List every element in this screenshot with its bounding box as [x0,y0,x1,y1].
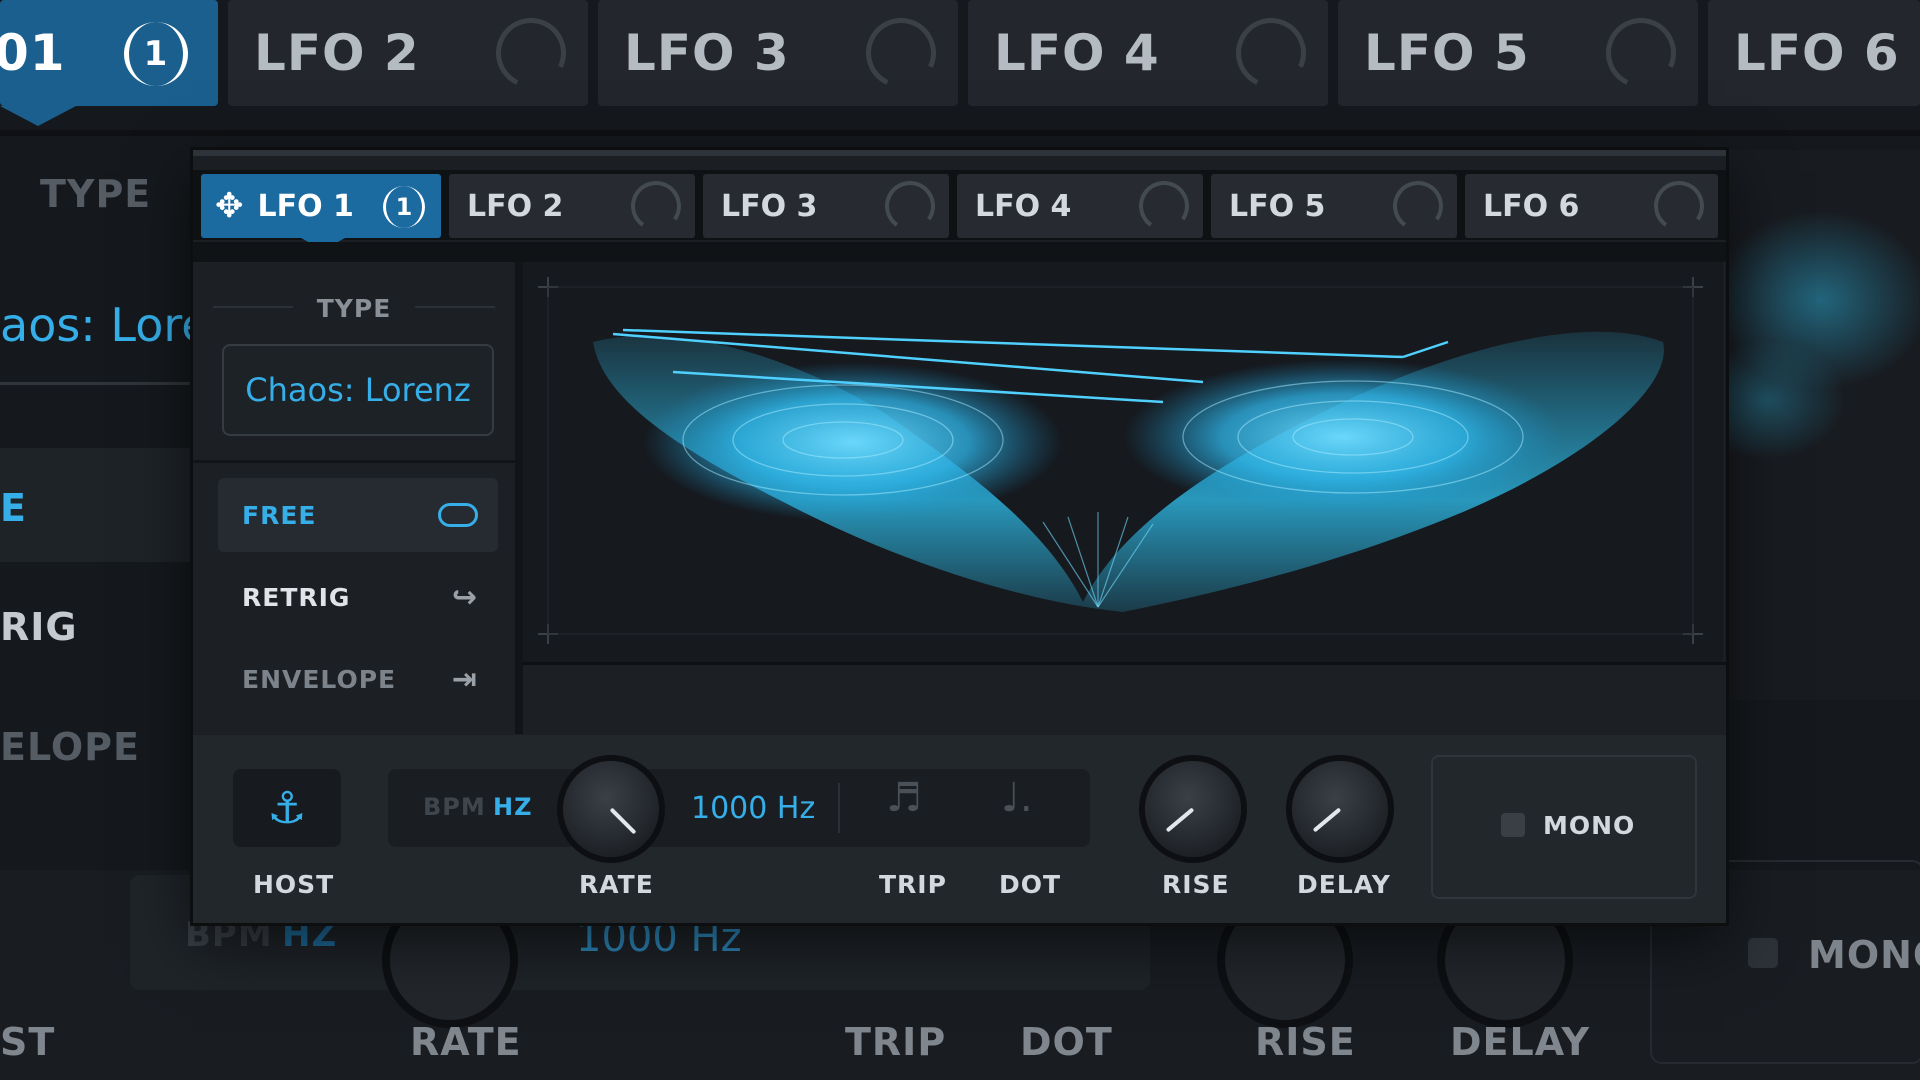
trip-label: TRIP [879,870,947,899]
visualizer-footer [523,662,1726,737]
lfo6-ring-icon [1650,177,1708,235]
bg-mode-retrig-label: RIG [0,605,78,649]
bg-tab-lfo1[interactable]: 01 1 [0,0,218,106]
tab-lfo4[interactable]: LFO 4 [957,174,1203,238]
rise-label: RISE [1162,870,1230,899]
mode-retrig[interactable]: RETRIG ↪ [218,560,498,634]
bg-tab-lfo6[interactable]: LFO 6 [1708,0,1920,106]
tab-lfo3[interactable]: LFO 3 [703,174,949,238]
bg-delay-label: DELAY [1450,1020,1591,1064]
bg-mode-free-label: E [0,486,27,530]
rate-knob[interactable] [563,761,659,857]
bg-mode-envelope-label: ELOPE [0,725,140,769]
lfo5-ring-icon [1389,177,1447,235]
bpm-toggle[interactable]: BPM [423,793,486,821]
bg-mono-label: MONO [1808,933,1920,977]
bg-host-label: ST [0,1020,56,1064]
loop-icon [438,503,478,527]
bg-type-label: TYPE [40,172,152,216]
anchor-icon: ⚓ [267,782,307,834]
bg-rise-label: RISE [1255,1020,1356,1064]
drag-move-icon[interactable]: ✥ [215,186,244,226]
host-label: HOST [253,870,335,899]
type-value: Chaos: Lorenz [245,371,471,409]
mode-envelope[interactable]: ENVELOPE ⇥ [218,642,498,716]
bg-dot-label: DOT [1020,1020,1113,1064]
hz-toggle[interactable]: HZ [493,793,533,821]
tab-separator [193,242,1726,262]
host-sync-button[interactable]: ⚓ [233,769,341,847]
lfo-visualizer [523,262,1723,662]
bg-attractor [1686,210,1920,460]
tab-lfo5[interactable]: LFO 5 [1211,174,1457,238]
sidebar-divider [193,460,515,463]
rate-value[interactable]: 1000 Hz [691,791,815,826]
delay-label: DELAY [1297,870,1391,899]
envelope-icon: ⇥ [451,661,478,697]
bg-tab-lfo3[interactable]: LFO 3 [598,0,958,106]
bg-tab-lfo2[interactable]: LFO 2 [228,0,588,106]
lfo-controls: ⚓ HOST BPM HZ 1000 Hz RATE ♬ TRIP ♩. DOT… [193,735,1726,923]
tab-lfo6[interactable]: LFO 6 [1465,174,1718,238]
mono-checkbox[interactable] [1501,813,1525,837]
mono-label: MONO [1543,811,1636,840]
lfo-tab-bar: ✥ LFO 1 1 LFO 2 LFO 3 LFO 4 LFO 5 LFO 6 [193,170,1726,250]
triplet-icon[interactable]: ♬ [886,775,922,821]
lfo4-ring-icon [1135,177,1193,235]
lfo3-ring-icon [881,177,939,235]
rise-knob[interactable] [1145,761,1241,857]
rate-divider [838,783,840,833]
panel-top-strip [193,150,1726,156]
sidebar-border [515,262,523,734]
dot-label: DOT [999,870,1062,899]
lfo-panel: ✥ LFO 1 1 LFO 2 LFO 3 LFO 4 LFO 5 LFO 6 … [193,150,1726,923]
bg-mode-free[interactable] [0,448,193,562]
mode-free[interactable]: FREE [218,478,498,552]
dotted-note-icon[interactable]: ♩. [1001,775,1033,821]
attractor-right-lobe [1123,359,1563,515]
bg-type-value: aos: Lore [0,298,210,352]
lorenz-attractor-plot [538,277,1703,644]
lfo-type-sidebar: TYPE Chaos: Lorenz FREE RETRIG ↪ ENVELOP… [193,262,515,734]
lfo2-ring-icon [627,177,685,235]
bg-tab-lfo5[interactable]: LFO 5 [1338,0,1698,106]
retrig-icon: ↪ [451,579,478,615]
bg-tab-pointer [0,106,76,126]
rate-label: RATE [579,870,654,899]
badge: 1 [124,22,188,86]
type-selector[interactable]: Chaos: Lorenz [222,344,494,436]
bg-rate-label: RATE [410,1020,522,1064]
lfo-count-badge: 1 [383,186,425,228]
delay-knob[interactable] [1292,761,1388,857]
tab-lfo1[interactable]: ✥ LFO 1 1 [201,174,441,238]
tab-lfo2[interactable]: LFO 2 [449,174,695,238]
bg-trip-label: TRIP [845,1020,947,1064]
attractor-left-lobe [643,362,1063,522]
bg-viz-edge [1686,150,1920,700]
bg-mono-checkbox[interactable] [1748,938,1778,968]
bg-divider [0,130,1920,136]
type-label: TYPE [316,294,392,323]
bg-tab-lfo4[interactable]: LFO 4 [968,0,1328,106]
